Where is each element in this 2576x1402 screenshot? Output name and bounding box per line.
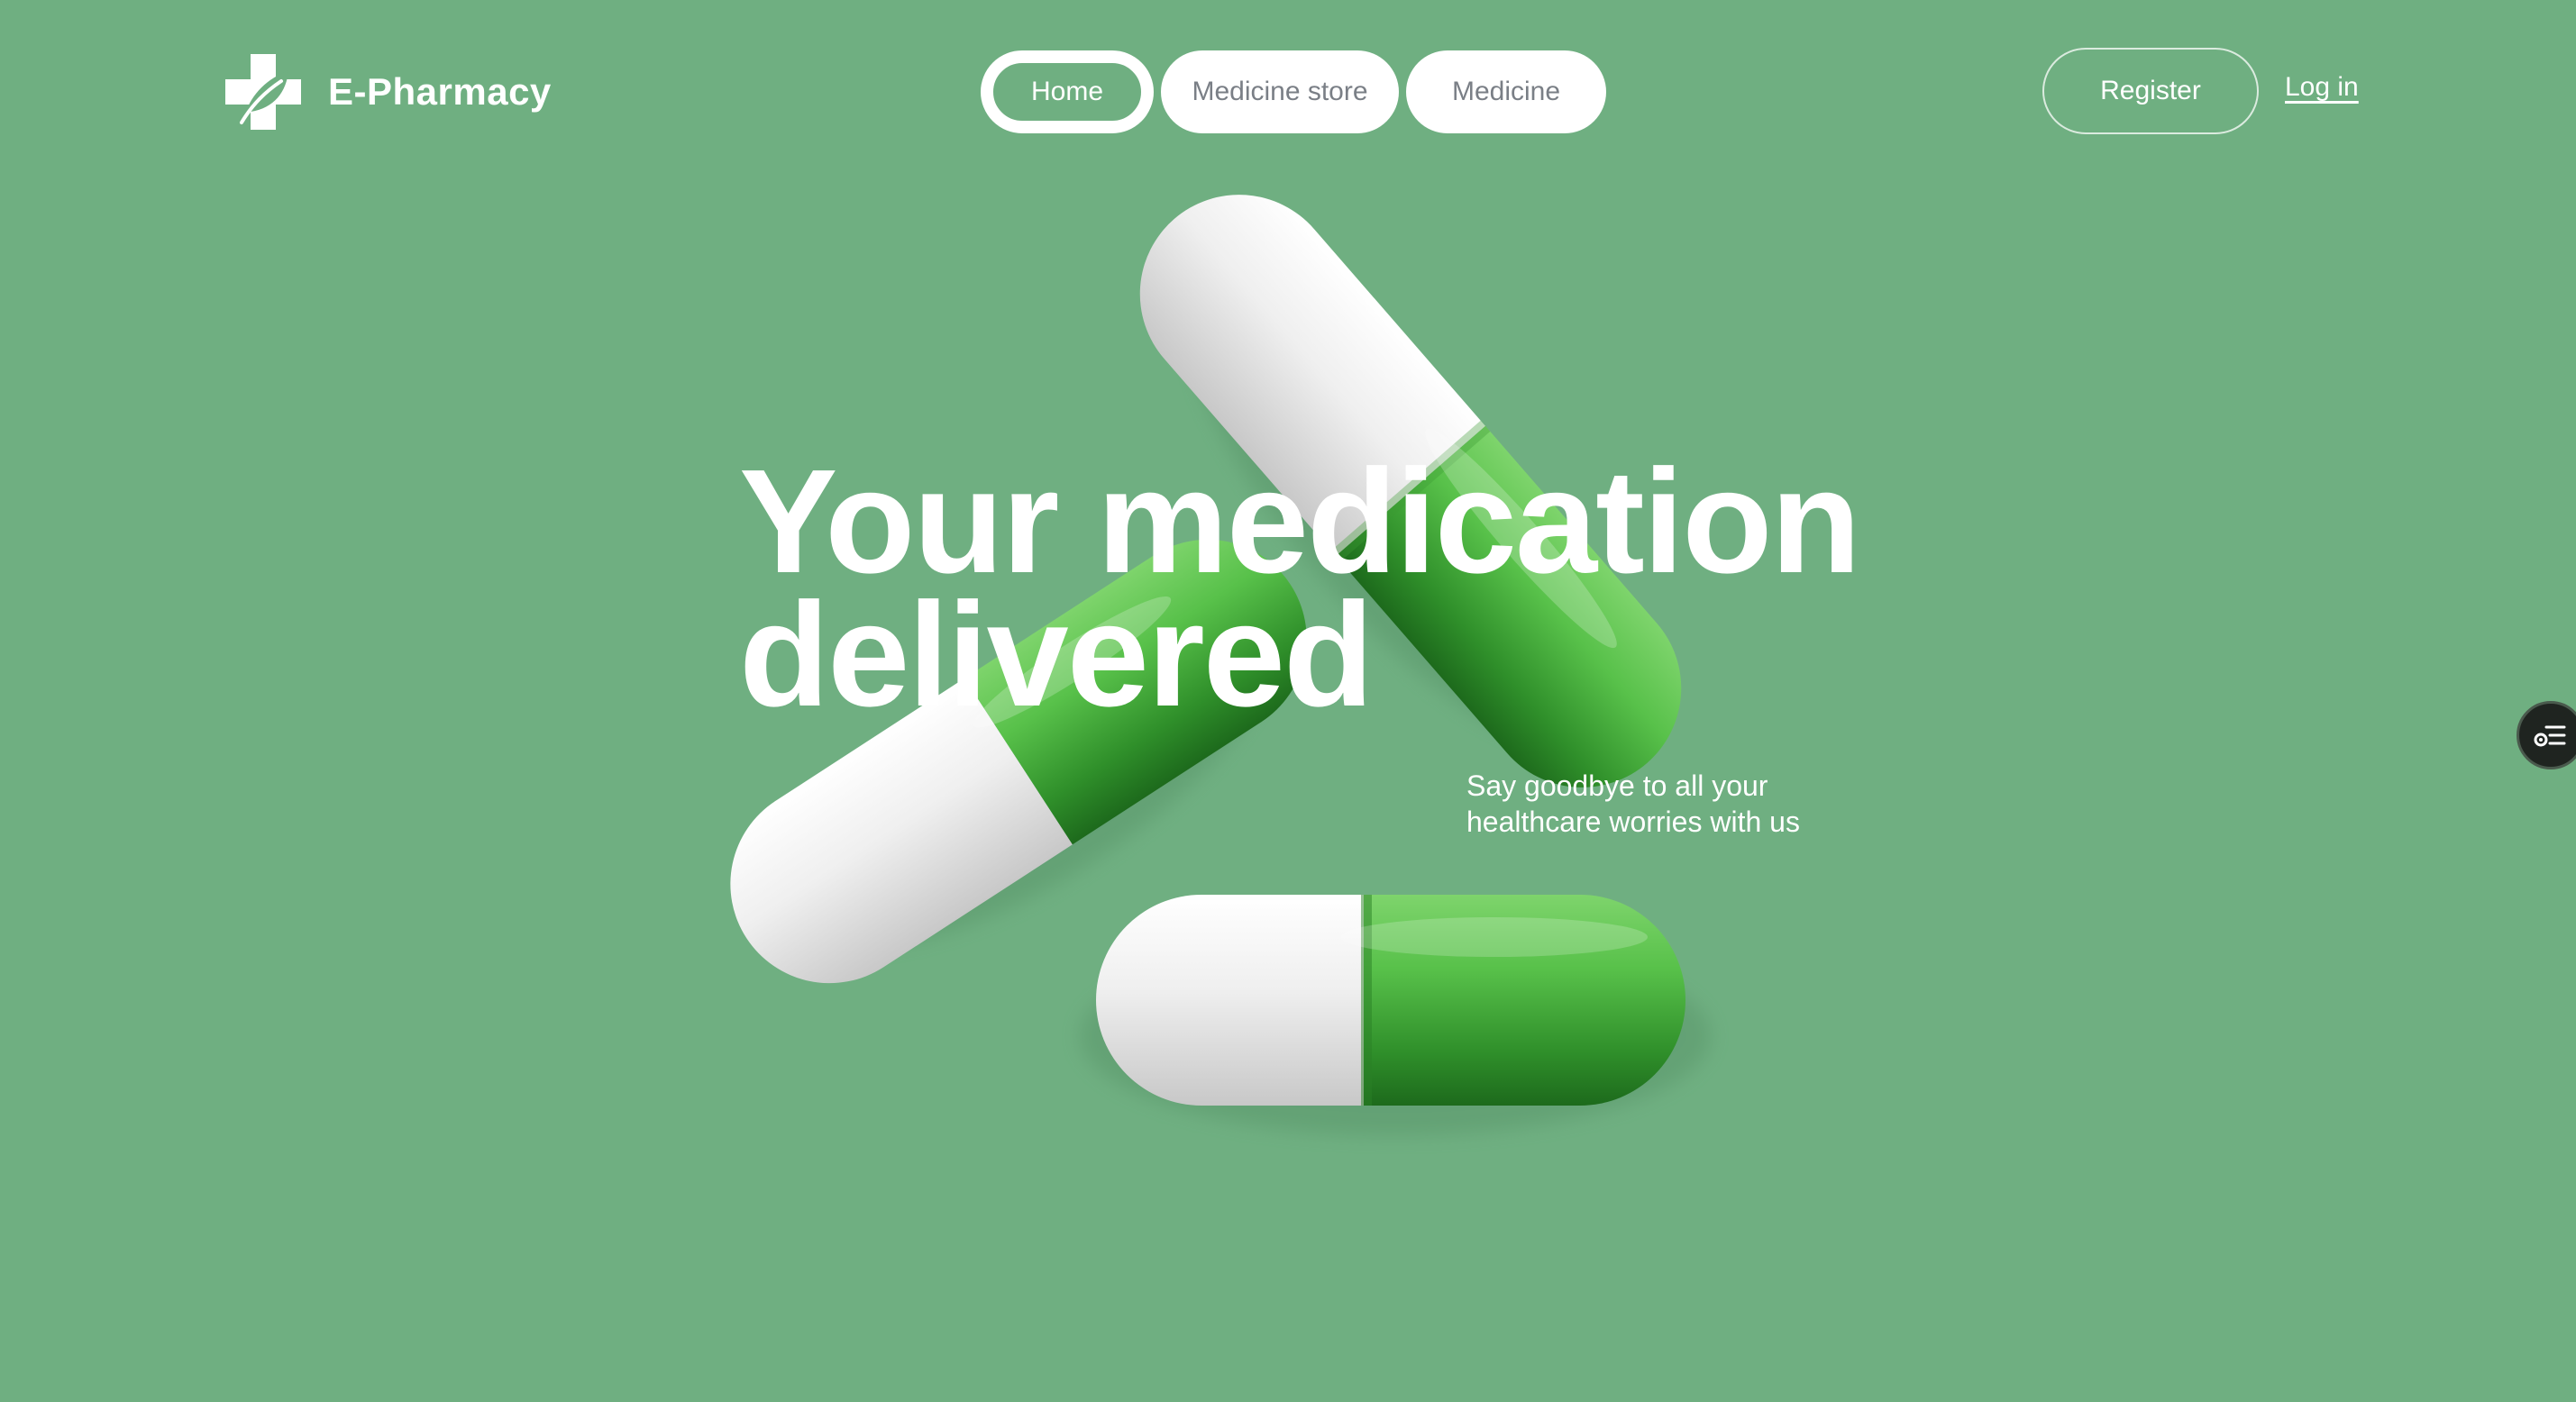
brand-name: E-Pharmacy	[328, 70, 552, 113]
login-link[interactable]: Log in	[2285, 72, 2359, 103]
hero-title: Your medication delivered	[739, 439, 1911, 737]
nav-home[interactable]: Home	[981, 50, 1154, 133]
hero-title-line-2: delivered	[739, 572, 1374, 737]
site-header: E-Pharmacy Home Medicine store Medicine …	[0, 0, 2576, 184]
nav-medicine[interactable]: Medicine	[1406, 50, 1606, 133]
checklist-toggle-icon	[2534, 725, 2566, 747]
hero-subtitle-line-1: Say goodbye to all your	[1466, 769, 1768, 802]
hero-subtitle: Say goodbye to all your healthcare worri…	[1466, 768, 1863, 840]
side-widget-button[interactable]	[2517, 701, 2576, 769]
main-nav: Home Medicine store Medicine	[981, 50, 1606, 133]
hero-title-line-1: Your medication	[739, 439, 1861, 604]
capsule-bottom	[1080, 895, 1711, 1135]
register-button[interactable]: Register	[2042, 48, 2259, 134]
hero-subtitle-line-2: healthcare worries with us	[1466, 806, 1800, 838]
leaf-cross-icon	[225, 54, 301, 130]
brand-logo[interactable]: E-Pharmacy	[224, 52, 552, 132]
nav-medicine-store[interactable]: Medicine store	[1161, 50, 1399, 133]
